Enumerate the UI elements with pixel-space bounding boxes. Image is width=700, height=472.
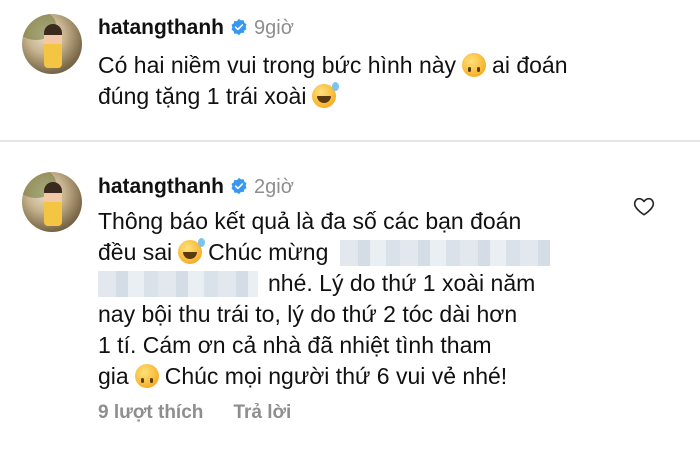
username-link[interactable]: hatangthanh [98,175,224,198]
likes-count[interactable]: 9 lượt thích [98,402,203,423]
timestamp: 9giờ [254,17,294,39]
upside-down-face-emoji [462,53,487,77]
avatar[interactable] [22,172,82,232]
comment-actions: 9 lượt thích Trả lời [98,402,321,424]
comment-line: ai đoán [492,52,568,78]
avatar[interactable] [22,14,82,74]
comment-header: hatangthanh 9giờ [98,16,294,40]
comment-line: nhé. Lý do thứ 1 xoài năm [268,270,536,296]
comment-line: Có hai niềm vui trong bức hình này [98,52,457,78]
comment-line: đều sai [98,239,173,265]
verified-badge-icon [231,177,247,195]
upside-down-face-emoji [134,364,159,388]
grinning-sweat-emoji [312,82,340,108]
comment-text: Có hai niềm vui trong bức hình này ai đoá… [98,50,658,112]
redacted-mention [98,271,258,297]
comment-line: Chúc mừng [208,239,329,265]
comment-line: Thông báo kết quả là đa số các bạn đoán [98,208,522,234]
heart-outline-icon[interactable] [633,196,655,216]
comment-text: Thông báo kết quả là đa số các bạn đoán … [98,206,618,392]
comment-line: Chúc mọi người thứ 6 vui vẻ nhé! [164,363,508,389]
comment-line: nay bội thu trái to, lý do thứ 2 tóc dài… [98,301,518,327]
grinning-sweat-emoji [178,238,206,264]
verified-badge-icon [231,18,247,36]
timestamp: 2giờ [254,176,294,198]
divider [0,140,700,142]
reply-button[interactable]: Trả lời [233,402,291,423]
username-link[interactable]: hatangthanh [98,16,224,39]
comment-line: đúng tặng 1 trái xoài [98,83,307,109]
comment-line: gia [98,363,129,389]
redacted-mention [340,240,551,266]
comment-header: hatangthanh 2giờ [98,175,294,199]
comment-line: 1 tí. Cám ơn cả nhà đã nhiệt tình tham [98,332,492,358]
